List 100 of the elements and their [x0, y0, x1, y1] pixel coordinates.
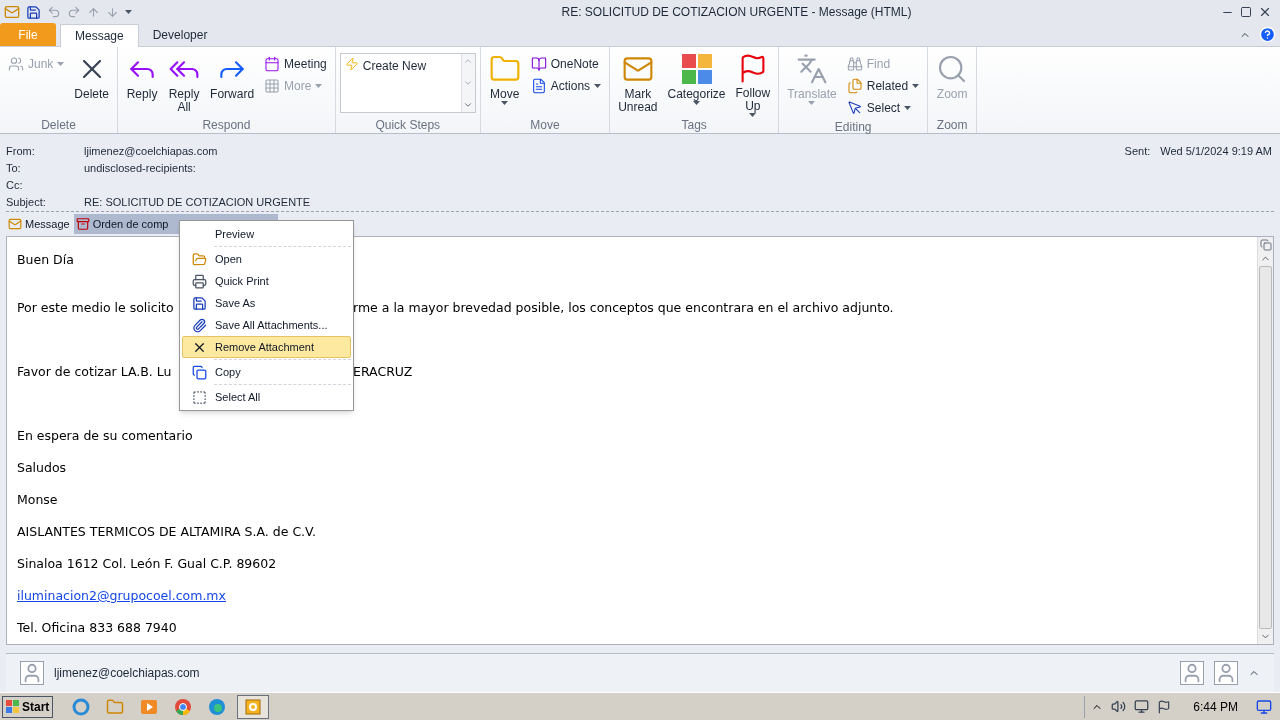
body-text: Por este medio le solicito — [17, 300, 174, 315]
menu-item[interactable]: Save As — [182, 292, 351, 314]
binoculars-icon — [846, 56, 863, 72]
gallery-scrollbar[interactable] — [460, 54, 475, 112]
clock: 6:44 PM — [1193, 698, 1238, 716]
flag-icon[interactable] — [1157, 699, 1172, 714]
body-text: Favor de cotizar LA.B. Lu — [17, 364, 172, 379]
paperclip-icon — [191, 317, 207, 333]
calendar-icon — [264, 56, 281, 72]
save-icon[interactable] — [26, 4, 41, 20]
header-value: undisclosed-recipients: — [84, 161, 196, 174]
network-icon[interactable] — [1134, 699, 1150, 714]
notebook-icon — [530, 56, 547, 72]
ribbon-tab[interactable]: Developer — [138, 23, 222, 46]
close-icon[interactable] — [1258, 5, 1272, 19]
avatar-icon — [1180, 661, 1204, 685]
lightning-icon — [344, 57, 359, 71]
redo-icon[interactable] — [67, 5, 81, 19]
menu-item[interactable]: Quick Print — [182, 270, 351, 292]
body-text: Buen Día — [17, 251, 74, 269]
menu-item[interactable]: Save All Attachments... — [182, 314, 351, 336]
ribbon-button[interactable]: Follow Up — [731, 49, 775, 117]
people-icon — [8, 56, 24, 72]
down-arrow-icon[interactable] — [106, 5, 119, 19]
menu-item[interactable]: Open — [182, 248, 351, 270]
undo-icon[interactable] — [47, 5, 61, 19]
color-squares-icon — [680, 53, 713, 85]
header-label: From: — [6, 144, 36, 157]
group-label: Respond — [202, 117, 251, 134]
scroll-down-icon — [463, 78, 474, 88]
ribbon-button[interactable]: Meeting — [260, 53, 331, 75]
group-label: Zoom — [936, 117, 968, 134]
menu-item[interactable]: Copy — [182, 361, 351, 383]
email-link[interactable]: iluminacion2@grupocoel.com.mx — [17, 587, 226, 606]
body-text: En espera de su comentario — [17, 427, 193, 445]
desktop-icon[interactable] — [1256, 698, 1272, 715]
scroll-up-icon — [463, 56, 474, 66]
documents-icon — [846, 78, 863, 94]
ribbon-button[interactable]: Related — [842, 75, 924, 97]
avatar-icon — [1214, 661, 1238, 685]
header-label: To: — [6, 161, 22, 174]
save-icon — [191, 295, 207, 311]
printer-icon — [191, 273, 207, 289]
outlook-taskbar-button[interactable] — [237, 694, 270, 719]
body-text: rme a la mayor brevedad posible, los conceptos que encontrara en el archivo adjunto. — [353, 299, 894, 317]
window-title: RE: SOLICITUD DE COTIZACION URGENTE - Message (HTML) — [560, 4, 913, 21]
document-icon — [530, 78, 547, 94]
restore-icon[interactable] — [1240, 6, 1252, 18]
group-label: Quick Steps — [375, 117, 441, 134]
up-arrow-icon[interactable] — [87, 5, 100, 19]
ribbon-button[interactable]: Move — [484, 49, 525, 117]
body-text: Sinaloa 1612 Col. León F. Gual C.P. 89602 — [17, 555, 277, 573]
body-text: Saludos — [17, 459, 67, 477]
help-icon[interactable] — [1259, 26, 1276, 43]
ribbon-button[interactable]: Delete — [70, 49, 114, 117]
group-label: Delete — [41, 117, 76, 134]
grid-icon — [264, 78, 281, 94]
archive-icon — [75, 217, 90, 231]
menu-item[interactable]: Remove Attachment — [182, 336, 351, 358]
contact-name: ljimenez@coelchiapas.com — [54, 665, 200, 682]
header-value: RE: SOLICITUD DE COTIZACION URGENTE — [84, 195, 311, 208]
ribbon-tab[interactable]: Message — [60, 24, 139, 47]
group-label: Tags — [681, 117, 707, 134]
ribbon-button[interactable]: Reply — [122, 49, 163, 117]
vertical-scrollbar[interactable] — [1257, 237, 1273, 644]
translate-icon — [796, 53, 828, 85]
envelope-icon — [8, 217, 22, 231]
attachment-tab[interactable]: Message — [6, 214, 72, 234]
body-text: ERACRUZ — [353, 363, 413, 381]
dropdown-caret-icon — [125, 10, 132, 14]
header-value: Wed 5/1/2024 9:19 AM — [1160, 144, 1272, 157]
scroll-thumb[interactable] — [1259, 266, 1272, 629]
group-label: Move — [530, 117, 560, 134]
ribbon-button[interactable]: Select — [842, 97, 924, 119]
header-label: Subject: — [6, 195, 47, 208]
folder-open-icon — [191, 251, 207, 267]
ribbon-button[interactable]: Categorize — [663, 49, 730, 117]
avatar-icon — [20, 661, 44, 685]
selection-icon — [191, 389, 207, 405]
copy-icon — [191, 364, 207, 380]
body-text: Tel. Oficina 833 688 7940 — [17, 619, 177, 637]
header-label: Sent: — [1124, 144, 1151, 157]
outlook-icon — [245, 698, 262, 715]
volume-icon[interactable] — [1111, 699, 1127, 714]
start-button[interactable]: Start — [2, 695, 54, 718]
header-label: Cc: — [6, 178, 24, 191]
ribbon-button[interactable]: Reply All — [164, 49, 205, 117]
pointer-icon — [846, 100, 863, 116]
body-text: Monse — [17, 491, 58, 509]
body-text: AISLANTES TERMICOS DE ALTAMIRA S.A. de C.V. — [17, 523, 316, 541]
menu-item[interactable]: Select All — [182, 386, 351, 408]
header-value: ljimenez@coelchiapas.com — [84, 144, 218, 157]
ribbon-button[interactable]: Actions — [526, 75, 606, 97]
group-label: Editing — [834, 119, 872, 136]
ribbon-button[interactable]: Forward — [206, 49, 259, 117]
windows-logo-icon — [6, 699, 20, 714]
ribbon-button[interactable]: OneNote — [526, 53, 606, 75]
outlook-icon — [4, 4, 20, 20]
quick-step-item[interactable]: Create New — [340, 54, 461, 112]
ribbon-button[interactable]: Mark Unread — [614, 49, 662, 117]
